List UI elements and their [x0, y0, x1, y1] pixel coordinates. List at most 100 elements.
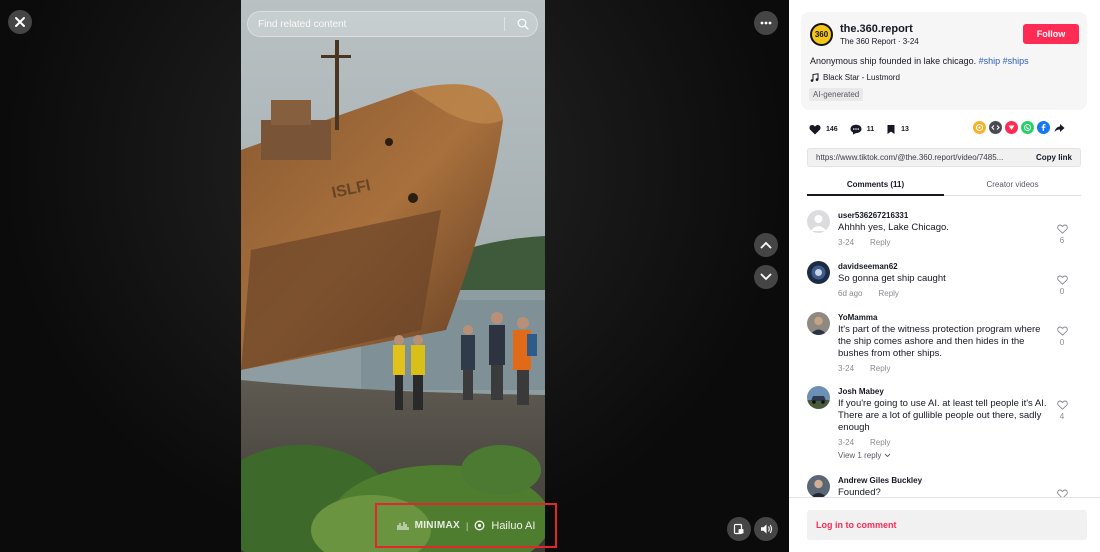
close-button[interactable] — [8, 10, 32, 34]
copy-link-button[interactable]: Copy link — [1028, 153, 1080, 162]
comment-item: user536267216331 Ahhhh yes, Lake Chicago… — [807, 210, 1087, 256]
heart-icon — [809, 124, 821, 134]
post-info-card: 360 the.360.report The 360 Report · 3-24… — [801, 12, 1087, 110]
chevron-up-icon — [760, 241, 772, 249]
view-replies-label: View 1 reply — [838, 451, 882, 460]
comment-like-button[interactable] — [1053, 489, 1071, 497]
music-row[interactable]: Black Star - Lustmord — [810, 73, 900, 82]
floating-player-button[interactable] — [727, 517, 751, 541]
hashtag-link[interactable]: #ships — [1003, 56, 1029, 66]
author-meta: The 360 Report · 3-24 — [840, 37, 919, 46]
comment-line: the ship comes ashore and then hides in … — [838, 336, 1025, 347]
comment-like-count: 6 — [1059, 236, 1065, 245]
hashtag-link[interactable]: #ship — [979, 56, 1001, 66]
floating-player-icon — [733, 523, 744, 535]
login-to-comment-button[interactable]: Log in to comment — [807, 510, 1087, 540]
comment-meta: 3-24 Reply — [838, 438, 890, 447]
comment-like-count: 0 — [1059, 338, 1065, 347]
hailuo-logo-icon — [474, 520, 485, 531]
comment-like-button[interactable]: 0 — [1053, 275, 1071, 296]
tab-comments[interactable]: Comments (11) — [807, 174, 944, 196]
embed-icon — [991, 125, 1000, 130]
comment-item: YoMamma It's part of the witness protect… — [807, 312, 1087, 382]
share-icon — [1054, 123, 1065, 132]
comment-footer: Log in to comment — [789, 497, 1100, 552]
commenter-avatar[interactable] — [807, 210, 830, 233]
volume-button[interactable] — [754, 517, 778, 541]
heart-outline-icon — [1056, 326, 1068, 336]
more-options-button[interactable] — [754, 11, 778, 35]
related-content-search[interactable] — [247, 11, 538, 37]
next-video-button[interactable] — [754, 265, 778, 289]
engagement-stats: 146 11 13 — [809, 122, 921, 136]
comment-like-button[interactable]: 0 — [1053, 326, 1071, 347]
previous-video-button[interactable] — [754, 233, 778, 257]
comment-date: 3-24 — [838, 238, 855, 247]
comment-item: Josh Mabey If you're going to use AI. at… — [807, 386, 1087, 470]
friends-icon — [976, 124, 983, 131]
bookmark-button[interactable]: 13 — [886, 124, 909, 135]
commenter-name[interactable]: YoMamma — [838, 313, 877, 322]
comment-item: davidseeman62 So gonna get ship caught 6… — [807, 261, 1087, 307]
search-divider — [504, 17, 505, 31]
comment-text: If you're going to use AI. at least tell… — [838, 398, 1058, 434]
car-avatar-icon — [807, 386, 830, 409]
chevron-down-icon — [760, 273, 772, 281]
commenter-avatar[interactable] — [807, 386, 830, 409]
commenter-avatar[interactable] — [807, 475, 830, 497]
commenter-name[interactable]: davidseeman62 — [838, 262, 898, 271]
comment-line: Ahhhh yes, Lake Chicago. — [838, 222, 949, 233]
author-avatar[interactable]: 360 — [810, 23, 833, 46]
post-caption: Anonymous ship founded in lake chicago. … — [810, 56, 1029, 66]
commenter-avatar[interactable] — [807, 261, 830, 284]
comment-line: bushes from other ships. — [838, 348, 943, 359]
view-replies-button[interactable]: View 1 reply — [838, 451, 891, 460]
comment-icon — [850, 124, 862, 134]
reply-button[interactable]: Reply — [878, 289, 898, 298]
comment-date: 6d ago — [838, 289, 863, 298]
close-icon — [15, 17, 25, 27]
commenter-avatar[interactable] — [807, 312, 830, 335]
comment-meta: 6d ago Reply — [838, 289, 899, 298]
minimax-logo-icon — [396, 521, 409, 530]
follow-button[interactable]: Follow — [1023, 24, 1079, 44]
commenter-name[interactable]: Josh Mabey — [838, 387, 884, 396]
heart-outline-icon — [1056, 489, 1068, 497]
watermark-separator: | — [466, 520, 469, 531]
ai-generated-badge: AI-generated — [809, 88, 864, 101]
bookmark-icon — [887, 124, 895, 134]
comment-line: If you're going to use AI. at least tell… — [838, 398, 1047, 409]
share-more-button[interactable] — [1053, 121, 1066, 134]
comment-line: It's part of the witness protection prog… — [838, 324, 1041, 335]
panel-tabs: Comments (11) Creator videos — [807, 174, 1081, 196]
chevron-down-icon — [884, 453, 890, 458]
like-button[interactable]: 146 — [809, 124, 838, 135]
commenter-name[interactable]: Andrew Giles Buckley — [838, 476, 922, 485]
comment-meta: 3-24 Reply — [838, 238, 890, 247]
search-input[interactable] — [258, 18, 496, 30]
comment-date: 3-24 — [838, 438, 855, 447]
share-facebook-button[interactable] — [1037, 121, 1050, 134]
share-whatsapp-button[interactable] — [1021, 121, 1034, 134]
comment-like-count: 4 — [1059, 412, 1065, 421]
reply-button[interactable]: Reply — [870, 364, 890, 373]
reply-button[interactable]: Reply — [870, 238, 890, 247]
more-icon — [760, 21, 772, 25]
like-count: 146 — [826, 125, 838, 133]
comment-like-button[interactable]: 4 — [1053, 400, 1071, 421]
share-friends-button[interactable] — [973, 121, 986, 134]
search-button[interactable] — [513, 14, 533, 34]
comment-text: Ahhhh yes, Lake Chicago. — [838, 222, 1058, 234]
embed-button[interactable] — [989, 121, 1002, 134]
share-tiktok-button[interactable] — [1005, 121, 1018, 134]
comment-like-button[interactable]: 6 — [1053, 224, 1071, 245]
video-player[interactable]: ISLFI — [241, 0, 545, 552]
author-handle[interactable]: the.360.report — [840, 23, 913, 35]
caption-text: Anonymous ship founded in lake chicago. — [810, 56, 977, 66]
reply-button[interactable]: Reply — [870, 438, 890, 447]
comment-button[interactable]: 11 — [850, 124, 874, 135]
share-options — [973, 121, 1066, 134]
watermark-product: Hailuo AI — [491, 519, 536, 532]
commenter-name[interactable]: user536267216331 — [838, 211, 908, 220]
tab-creator-videos[interactable]: Creator videos — [944, 174, 1081, 195]
